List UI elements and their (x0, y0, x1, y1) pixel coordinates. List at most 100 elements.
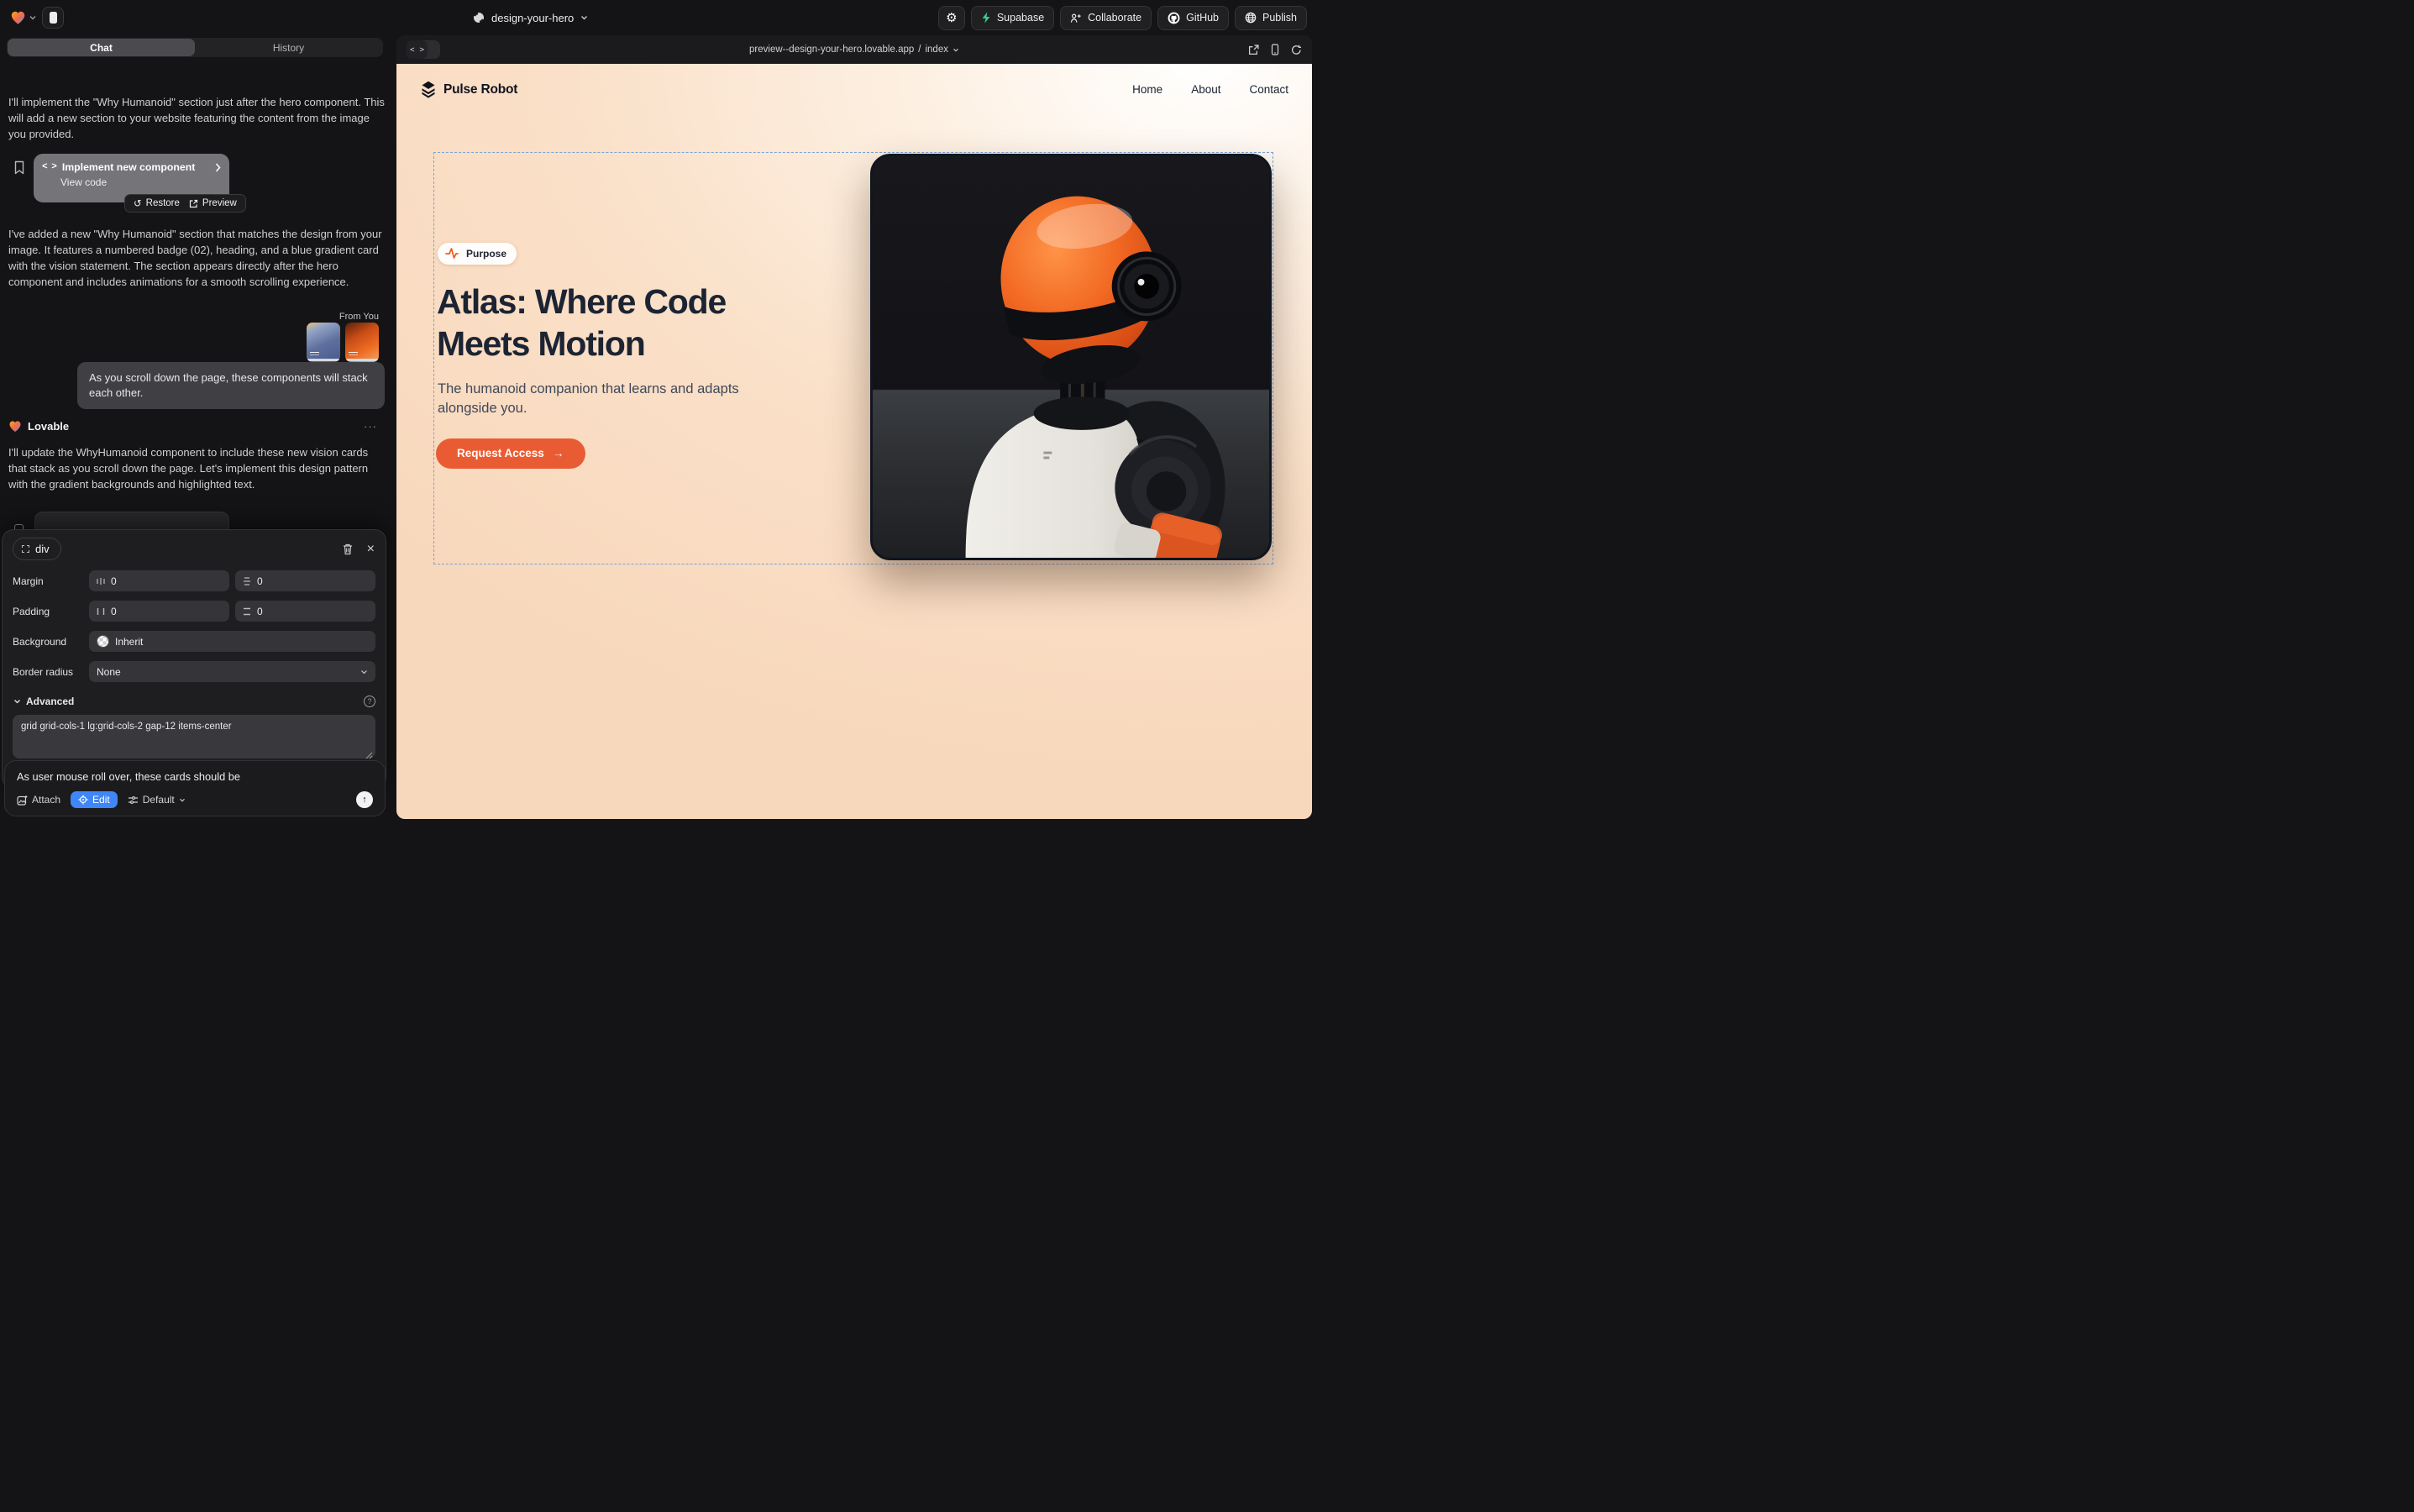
chevron-down-icon (29, 15, 36, 20)
padding-y-input[interactable]: 0 (235, 601, 375, 622)
publish-globe-icon (1245, 12, 1257, 24)
advanced-label: Advanced (26, 696, 74, 707)
chevron-down-icon (13, 699, 21, 704)
tool-card-title: Implement new component (62, 161, 209, 173)
margin-horizontal-icon (97, 577, 105, 585)
preview-window: < > preview--design-your-hero.lovable.ap… (396, 35, 1312, 819)
element-box-icon (22, 545, 29, 553)
chat-composer[interactable]: As user mouse roll over, these cards sho… (4, 760, 386, 816)
help-icon[interactable]: ? (364, 696, 375, 707)
supabase-button[interactable]: Supabase (971, 6, 1054, 30)
chevron-down-icon (179, 798, 186, 802)
arrow-right-icon: → (553, 447, 564, 459)
restore-button[interactable]: ↺ Restore (134, 197, 180, 209)
request-access-button[interactable]: Request Access → (436, 438, 585, 469)
chevron-down-icon (952, 48, 959, 52)
app-window: design-your-hero ⚙ Supabase Collaborate (0, 0, 1317, 825)
trash-icon[interactable] (343, 543, 353, 555)
lovable-heart-icon (10, 10, 26, 25)
topbar: design-your-hero ⚙ Supabase Collaborate (0, 0, 1317, 35)
send-button[interactable]: ↑ (356, 791, 373, 808)
border-radius-label: Border radius (13, 666, 83, 678)
refresh-icon[interactable] (1291, 45, 1302, 55)
chevron-right-icon (215, 163, 221, 172)
assistant-message: I've added a new "Why Humanoid" section … (8, 226, 385, 290)
project-switcher[interactable]: design-your-hero (473, 0, 588, 35)
preview-url[interactable]: preview--design-your-hero.lovable.app / … (396, 35, 1312, 64)
nav-about[interactable]: About (1191, 83, 1220, 96)
background-label: Background (13, 636, 83, 648)
robot-illustration (873, 156, 1269, 558)
edit-mode-button[interactable]: Edit (71, 791, 118, 808)
restore-icon: ↺ (134, 197, 142, 209)
sidebar-panel-icon (50, 12, 57, 24)
margin-y-input[interactable]: 0 (235, 570, 375, 591)
mobile-view-icon[interactable] (1271, 44, 1279, 55)
view-code-link[interactable]: View code (60, 176, 221, 188)
element-inspector-panel: div × Margin 0 (2, 529, 386, 789)
chevron-down-icon (580, 15, 588, 20)
margin-vertical-icon (243, 577, 251, 585)
lovable-logo-menu[interactable] (10, 10, 36, 25)
nav-home[interactable]: Home (1132, 83, 1162, 96)
settings-button[interactable]: ⚙ (938, 6, 965, 30)
background-input[interactable]: Inherit (89, 631, 375, 652)
hero-heading: Atlas: Where Code Meets Motion (437, 281, 726, 365)
attach-button[interactable]: Attach (17, 794, 60, 806)
code-icon: < > (42, 162, 56, 172)
collaborate-button[interactable]: Collaborate (1060, 6, 1152, 30)
arrow-up-icon: ↑ (362, 795, 367, 805)
collaborate-icon (1070, 13, 1082, 24)
attachment-thumbnail-blue[interactable] (307, 323, 340, 362)
transparency-swatch-icon (97, 635, 109, 648)
supabase-icon (981, 12, 991, 24)
assistant-header: Lovable (8, 420, 69, 433)
purpose-badge: Purpose (438, 243, 517, 265)
close-icon[interactable]: × (367, 543, 375, 556)
site-canvas: Pulse Robot Home About Contact Purpose A… (396, 64, 1312, 819)
restore-preview-pill: ↺ Restore Preview (124, 194, 246, 213)
chat-history-tabs: Chat History (7, 38, 383, 57)
resize-handle[interactable] (365, 752, 373, 759)
code-icon: < > (407, 40, 428, 59)
advanced-section-toggle[interactable]: Advanced ? (13, 696, 375, 707)
margin-x-input[interactable]: 0 (89, 570, 229, 591)
tab-chat[interactable]: Chat (8, 39, 195, 56)
nav-contact[interactable]: Contact (1249, 83, 1288, 96)
publish-button[interactable]: Publish (1235, 6, 1307, 30)
github-icon (1168, 12, 1180, 24)
bookmark-icon (13, 160, 25, 175)
padding-x-input[interactable]: 0 (89, 601, 229, 622)
globe-icon (473, 12, 485, 24)
pulse-icon (443, 244, 461, 263)
from-you-label: From You (339, 312, 379, 322)
margin-label: Margin (13, 575, 83, 587)
classes-textarea[interactable]: grid grid-cols-1 lg:grid-cols-2 gap-12 i… (13, 715, 375, 759)
open-in-new-tab-icon[interactable] (1248, 45, 1259, 55)
tab-history[interactable]: History (195, 39, 382, 56)
site-nav: Home About Contact (1132, 83, 1288, 96)
composer-input[interactable]: As user mouse roll over, these cards sho… (17, 770, 373, 783)
code-preview-toggle[interactable]: < > (407, 40, 440, 59)
hero-robot-image (870, 154, 1272, 560)
user-message-bubble: As you scroll down the page, these compo… (77, 362, 385, 409)
github-button[interactable]: GitHub (1157, 6, 1229, 30)
message-menu-button[interactable]: ··· (364, 420, 377, 433)
site-brand[interactable]: Pulse Robot (420, 81, 517, 98)
external-link-icon (189, 199, 198, 208)
model-mode-selector[interactable]: Default (128, 794, 186, 806)
assistant-message: I'll implement the "Why Humanoid" sectio… (8, 94, 385, 142)
chat-panel: Chat History I'll implement the "Why Hum… (0, 35, 391, 825)
border-radius-select[interactable]: None (89, 661, 375, 682)
assistant-name: Lovable (28, 420, 69, 433)
sliders-icon (128, 795, 139, 805)
attachment-thumbnail-orange[interactable] (345, 323, 379, 362)
hero-subtitle: The humanoid companion that learns and a… (438, 380, 739, 419)
preview-toolbar: < > preview--design-your-hero.lovable.ap… (396, 35, 1312, 64)
attach-image-icon (17, 795, 28, 806)
padding-label: Padding (13, 606, 83, 617)
selected-element-chip[interactable]: div (13, 538, 61, 560)
toggle-sidebar-button[interactable] (42, 7, 64, 29)
preview-button[interactable]: Preview (189, 198, 237, 208)
element-tag: div (35, 543, 50, 555)
